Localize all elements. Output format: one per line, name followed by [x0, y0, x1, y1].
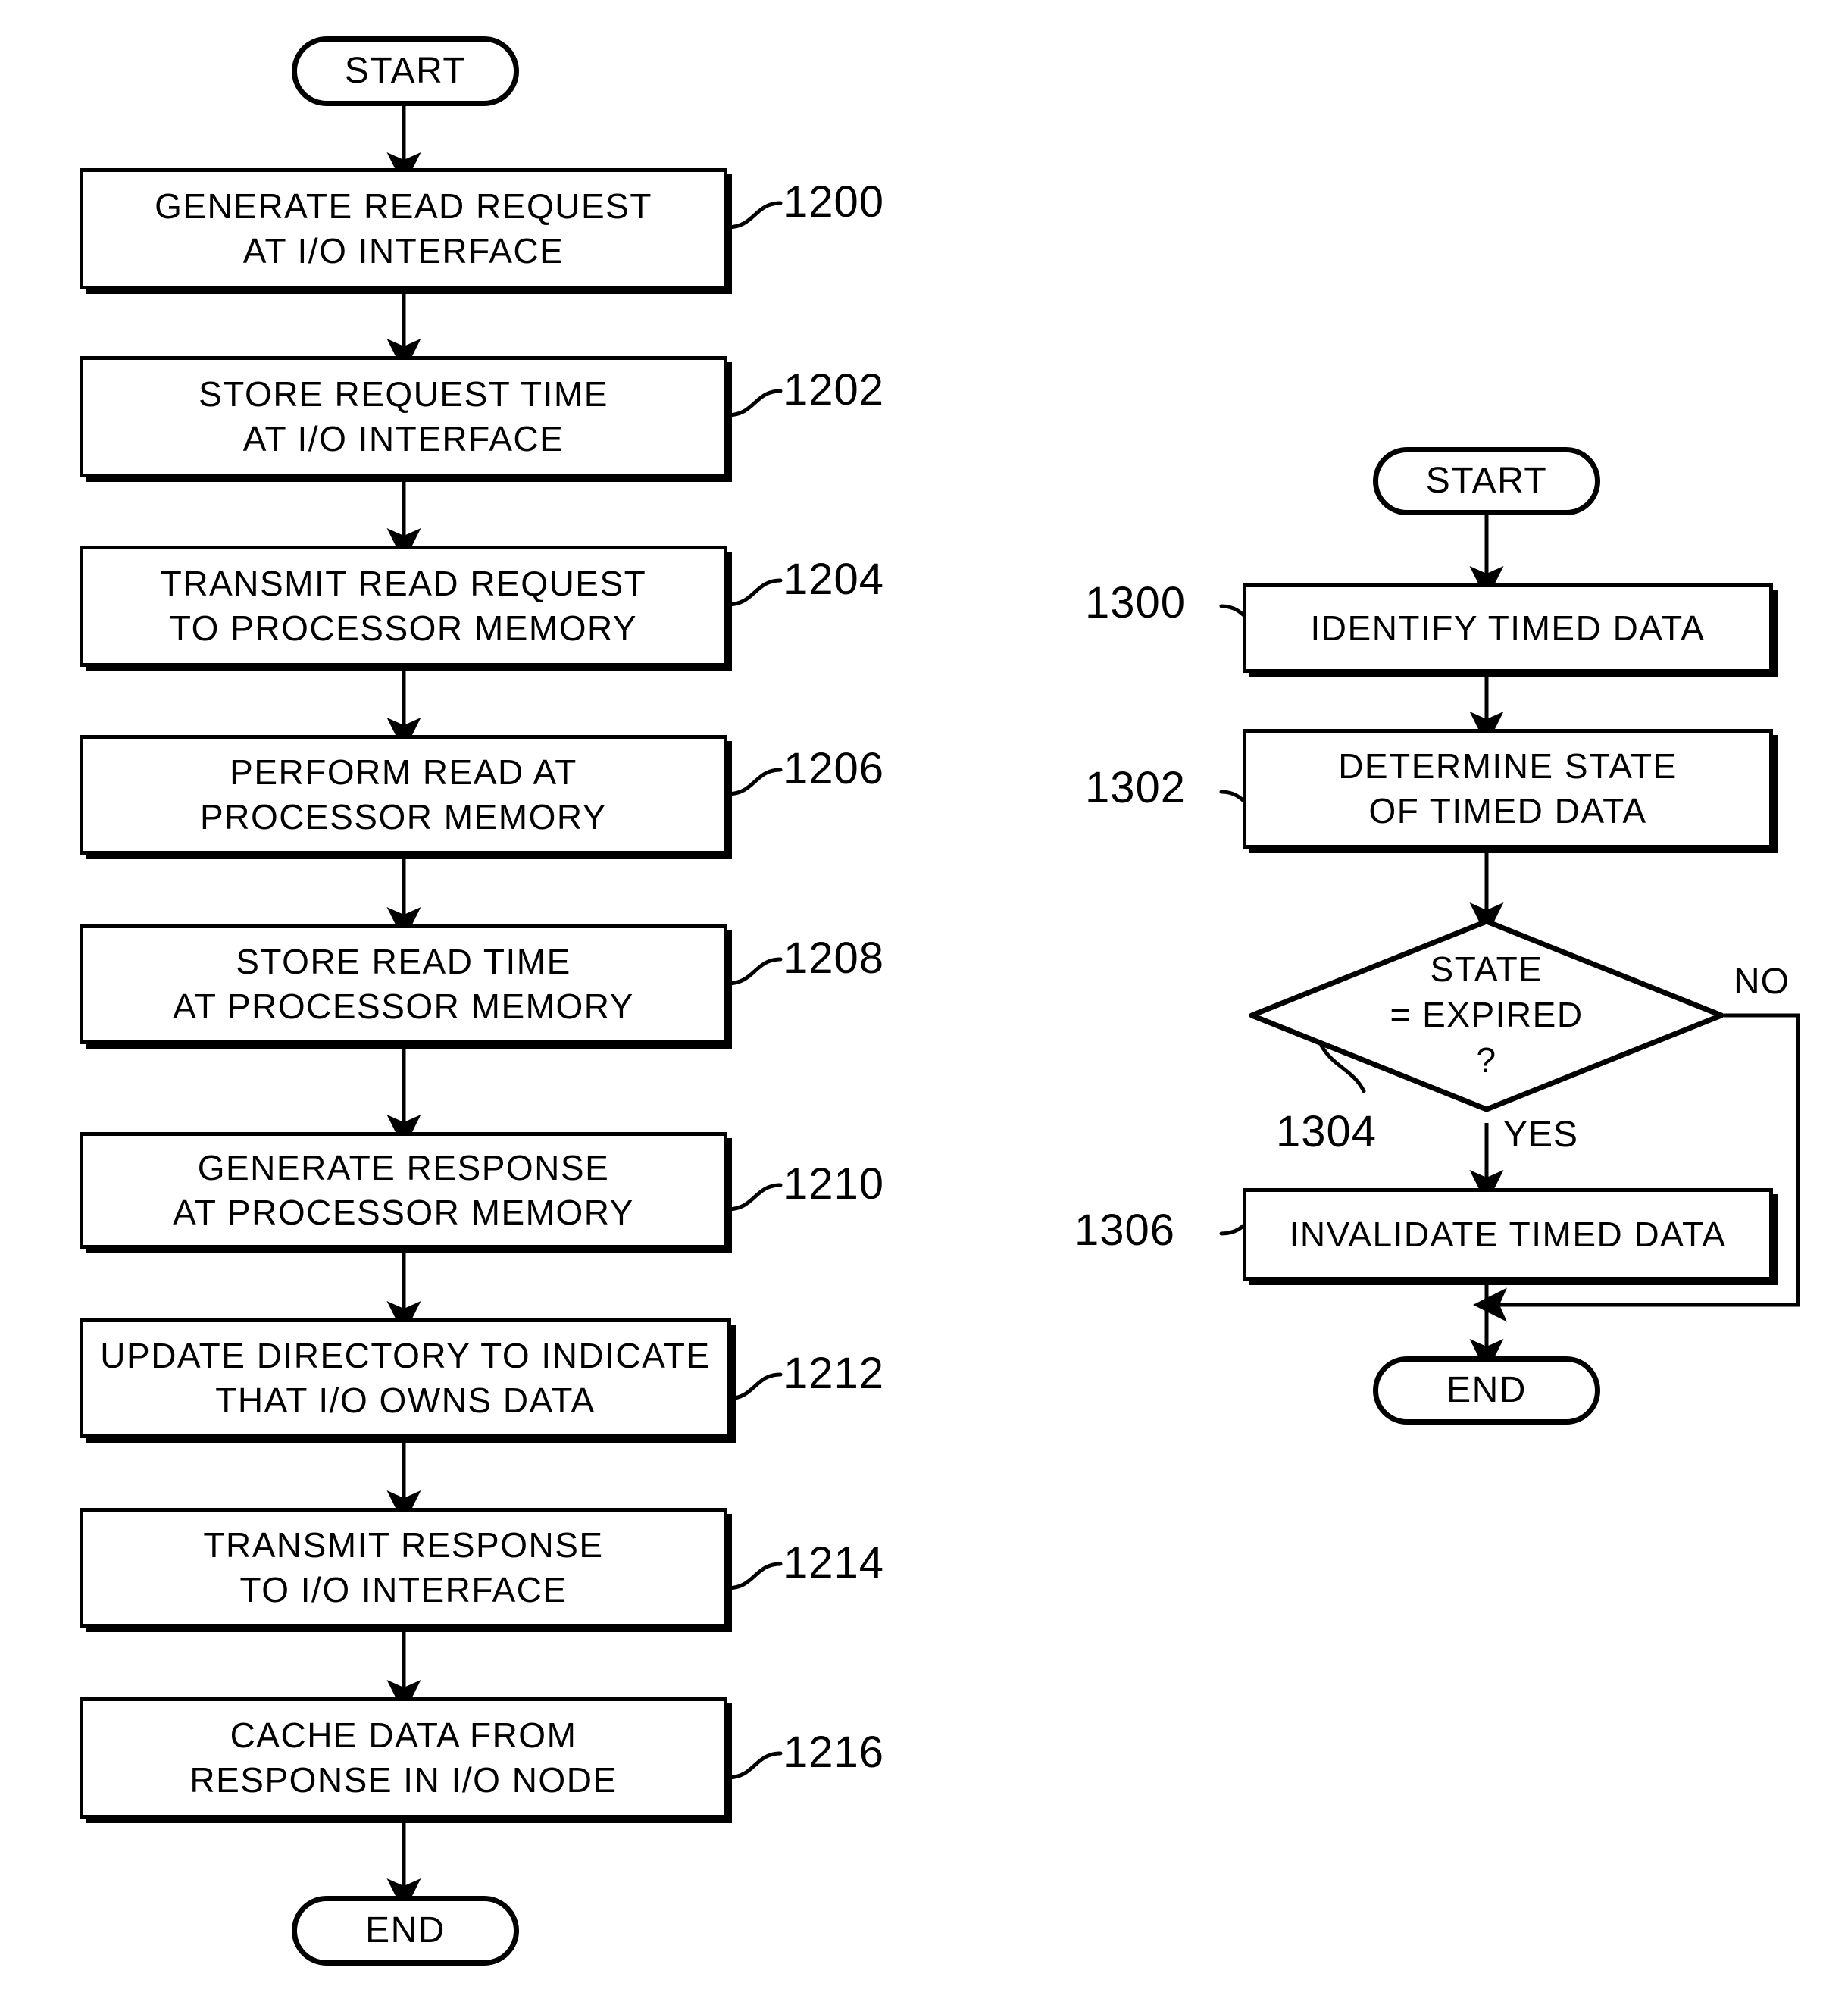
ref-1214: 1214 [783, 1538, 885, 1587]
step-1200-line1: GENERATE READ REQUEST [155, 186, 652, 227]
left-start-terminator: START [292, 36, 519, 106]
step-1200-line2: AT I/O INTERFACE [242, 231, 564, 271]
left-end-terminator: END [292, 1896, 519, 1966]
step-1306-line1: INVALIDATE TIMED DATA [1289, 1214, 1727, 1254]
right-start-label: START [1425, 460, 1548, 501]
right-start-terminator: START [1373, 447, 1600, 515]
branch-label-no: NO [1734, 962, 1790, 1002]
step-1202-line2: AT I/O INTERFACE [242, 419, 564, 458]
step-1210-line2: AT PROCESSOR MEMORY [173, 1193, 634, 1232]
step-1206-line2: PROCESSOR MEMORY [200, 797, 607, 837]
ref-1304: 1304 [1276, 1107, 1377, 1156]
step-1208-line1: STORE READ TIME [236, 942, 571, 982]
step-1210-line1: GENERATE RESPONSE [197, 1148, 610, 1188]
step-1302-line2: OF TIMED DATA [1368, 791, 1647, 830]
branch-label-yes: YES [1503, 1115, 1579, 1155]
ref-1216: 1216 [783, 1728, 885, 1777]
step-1202-line1: STORE REQUEST TIME [199, 374, 608, 414]
step-1216-line1: CACHE DATA FROM [230, 1716, 577, 1756]
step-1302-box: DETERMINE STATE OF TIMED DATA [1243, 729, 1773, 849]
left-start-label: START [344, 50, 467, 91]
step-1302-line1: DETERMINE STATE [1338, 746, 1678, 787]
step-1214-line2: TO I/O INTERFACE [239, 1570, 568, 1609]
step-1214-line1: TRANSMIT RESPONSE [203, 1525, 604, 1565]
step-1208-line2: AT PROCESSOR MEMORY [173, 987, 634, 1026]
ref-1302: 1302 [1085, 763, 1187, 812]
step-1212-line1: UPDATE DIRECTORY TO INDICATE [100, 1336, 711, 1376]
step-1206-box: PERFORM READ AT PROCESSOR MEMORY [80, 735, 727, 855]
step-1214-box: TRANSMIT RESPONSE TO I/O INTERFACE [80, 1508, 727, 1628]
step-1300-line1: IDENTIFY TIMED DATA [1310, 608, 1706, 648]
step-1206-line1: PERFORM READ AT [230, 752, 577, 793]
ref-1210: 1210 [783, 1159, 885, 1209]
step-1202-box: STORE REQUEST TIME AT I/O INTERFACE [80, 356, 727, 477]
ref-1200: 1200 [783, 177, 885, 227]
step-1204-line1: TRANSMIT READ REQUEST [160, 564, 647, 604]
ref-1208: 1208 [783, 934, 885, 983]
left-end-label: END [365, 1909, 446, 1950]
step-1216-line2: RESPONSE IN I/O NODE [189, 1760, 618, 1800]
ref-1206: 1206 [783, 744, 885, 793]
step-1216-box: CACHE DATA FROM RESPONSE IN I/O NODE [80, 1697, 727, 1819]
patent-figure-sheet: START GENERATE READ REQUEST AT I/O INTER… [0, 0, 1848, 2008]
right-end-terminator: END [1373, 1356, 1600, 1425]
step-1212-line2: THAT I/O OWNS DATA [215, 1381, 596, 1420]
decision-1304: STATE = EXPIRED ? [1249, 918, 1724, 1112]
ref-1202: 1202 [783, 365, 885, 414]
step-1210-box: GENERATE RESPONSE AT PROCESSOR MEMORY [80, 1132, 727, 1249]
ref-1300: 1300 [1085, 578, 1187, 627]
step-1306-box: INVALIDATE TIMED DATA [1243, 1188, 1773, 1281]
ref-1204: 1204 [783, 555, 885, 604]
right-end-label: END [1446, 1369, 1527, 1410]
step-1212-box: UPDATE DIRECTORY TO INDICATE THAT I/O OW… [80, 1318, 731, 1438]
ref-1306: 1306 [1074, 1206, 1176, 1255]
step-1200-box: GENERATE READ REQUEST AT I/O INTERFACE [80, 168, 727, 289]
step-1300-box: IDENTIFY TIMED DATA [1243, 583, 1773, 673]
step-1208-box: STORE READ TIME AT PROCESSOR MEMORY [80, 924, 727, 1044]
ref-1212: 1212 [783, 1349, 885, 1398]
step-1204-line2: TO PROCESSOR MEMORY [169, 608, 638, 648]
step-1204-box: TRANSMIT READ REQUEST TO PROCESSOR MEMOR… [80, 546, 727, 667]
